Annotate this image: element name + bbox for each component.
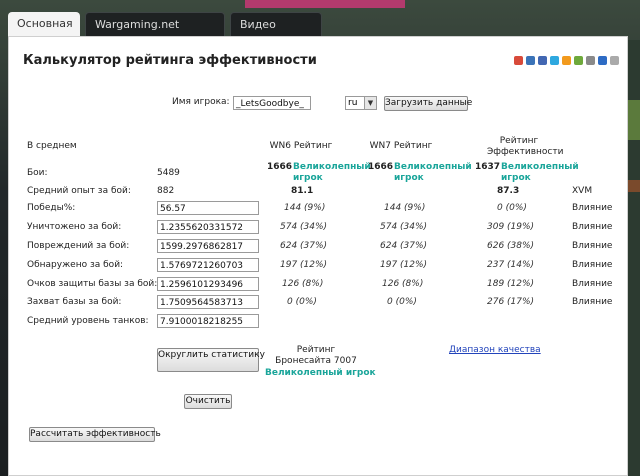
tier-input[interactable]: 7.9100018218255 xyxy=(157,314,259,328)
wins-wn7: 144 (9%) xyxy=(384,203,426,213)
mailru-icon[interactable] xyxy=(574,56,583,65)
damage-wn6: 624 (37%) xyxy=(280,241,328,251)
tier-label: Средний уровень танков: xyxy=(27,316,149,326)
efficiency-value: 87.3 xyxy=(497,186,520,196)
share-icon[interactable] xyxy=(514,56,523,65)
vk-icon[interactable] xyxy=(526,56,535,65)
region-select-value: ru xyxy=(348,98,358,108)
tab-video[interactable]: Видео раздел xyxy=(230,12,322,55)
wins-wn6: 144 (9%) xyxy=(284,203,326,213)
defense-input[interactable]: 1.2596101293496 xyxy=(157,277,259,291)
spotted-influence: Влияние xyxy=(572,260,613,270)
efficiency-score: 1637 xyxy=(475,162,501,172)
capture-input[interactable]: 1.7509564583713 xyxy=(157,295,259,309)
wn6-score: 1666 xyxy=(267,162,293,172)
right-background-image-small xyxy=(628,180,640,192)
email-icon[interactable] xyxy=(586,56,595,65)
damage-label: Повреждений за бой: xyxy=(27,241,130,251)
capture-wn6: 0 (0%) xyxy=(287,297,317,307)
damage-eff: 626 (38%) xyxy=(487,241,535,251)
wins-eff: 0 (0%) xyxy=(497,203,527,213)
kills-wn7: 574 (34%) xyxy=(380,222,428,232)
avg-xp-label: Средний опыт за бой: xyxy=(27,186,131,196)
kills-influence: Влияние xyxy=(572,222,613,232)
defense-wn6: 126 (8%) xyxy=(282,279,324,289)
wn7-header: WN7 Рейтинг xyxy=(369,141,433,151)
kills-wn6: 574 (34%) xyxy=(280,222,328,232)
spotted-input[interactable]: 1.5769721260703 xyxy=(157,258,259,272)
load-data-button[interactable]: Загрузить данные xyxy=(384,96,472,111)
armor-site-rating: Рейтинг Бронесайта 7007 xyxy=(275,345,357,366)
capture-influence: Влияние xyxy=(572,297,613,307)
clear-button[interactable]: Очистить xyxy=(184,394,232,409)
kills-eff: 309 (19%) xyxy=(487,222,535,232)
defense-influence: Влияние xyxy=(572,279,613,289)
player-name-input[interactable]: _LetsGoodbye_ xyxy=(233,96,311,110)
efficiency-header: Рейтинг Эффективности xyxy=(487,136,564,157)
armor-site-rank: Великолепный игрок xyxy=(265,368,376,378)
quality-range-link[interactable]: Диапазон качества xyxy=(449,345,541,355)
wn6-value: 81.1 xyxy=(291,186,314,196)
avg-xp-value: 882 xyxy=(157,186,175,196)
defense-label: Очков защиты базы за бой: xyxy=(27,279,158,289)
top-banner xyxy=(245,0,405,8)
tab-main[interactable]: Основная xyxy=(8,12,80,38)
spotted-label: Обнаружено за бой: xyxy=(27,260,124,270)
bookmark-icon[interactable] xyxy=(610,56,619,65)
twitter-icon[interactable] xyxy=(550,56,559,65)
livejournal-icon[interactable] xyxy=(598,56,607,65)
spotted-wn6: 197 (12%) xyxy=(280,260,328,270)
tab-wargaming-league[interactable]: Wargaming.net League xyxy=(85,12,225,55)
defense-eff: 189 (12%) xyxy=(487,279,535,289)
wins-label: Победы%: xyxy=(27,203,76,213)
damage-wn7: 624 (37%) xyxy=(380,241,428,251)
damage-influence: Влияние xyxy=(572,241,613,251)
calculate-efficiency-button[interactable]: Рассчитать эффективность xyxy=(29,427,161,442)
right-background-image xyxy=(628,100,640,140)
battles-value: 5489 xyxy=(157,168,180,178)
wins-input[interactable]: 56.57 xyxy=(157,201,259,215)
xvm-label: XVM xyxy=(572,186,593,196)
capture-wn7: 0 (0%) xyxy=(387,297,417,307)
kills-input[interactable]: 1.2355620331572 xyxy=(157,220,259,234)
damage-input[interactable]: 1599.2976862817 xyxy=(157,239,259,253)
average-header: В среднем xyxy=(27,141,77,151)
page-title: Калькулятор рейтинга эффективности xyxy=(23,53,317,68)
defense-wn7: 126 (8%) xyxy=(382,279,424,289)
wn7-rank: Великолепный игрок xyxy=(394,162,472,183)
wn6-header: WN6 Рейтинг xyxy=(269,141,333,151)
chevron-down-icon: ▼ xyxy=(364,97,376,109)
calculator-panel: Калькулятор рейтинга эффективности Имя и… xyxy=(8,36,628,476)
facebook-icon[interactable] xyxy=(538,56,547,65)
odnoklassniki-icon[interactable] xyxy=(562,56,571,65)
wn6-rank: Великолепный игрок xyxy=(293,162,371,183)
spotted-eff: 237 (14%) xyxy=(487,260,535,270)
capture-label: Захват базы за бой: xyxy=(27,297,122,307)
capture-eff: 276 (17%) xyxy=(487,297,535,307)
spotted-wn7: 197 (12%) xyxy=(380,260,428,270)
efficiency-rank: Великолепный игрок xyxy=(501,162,579,183)
wn7-score: 1666 xyxy=(368,162,394,172)
wins-influence: Влияние xyxy=(572,203,613,213)
kills-label: Уничтожено за бой: xyxy=(27,222,122,232)
region-select[interactable]: ru ▼ xyxy=(345,96,377,110)
round-stats-button[interactable]: Округлить статистику xyxy=(157,348,265,372)
battles-label: Бои: xyxy=(27,168,48,178)
player-name-label: Имя игрока: xyxy=(172,97,230,107)
